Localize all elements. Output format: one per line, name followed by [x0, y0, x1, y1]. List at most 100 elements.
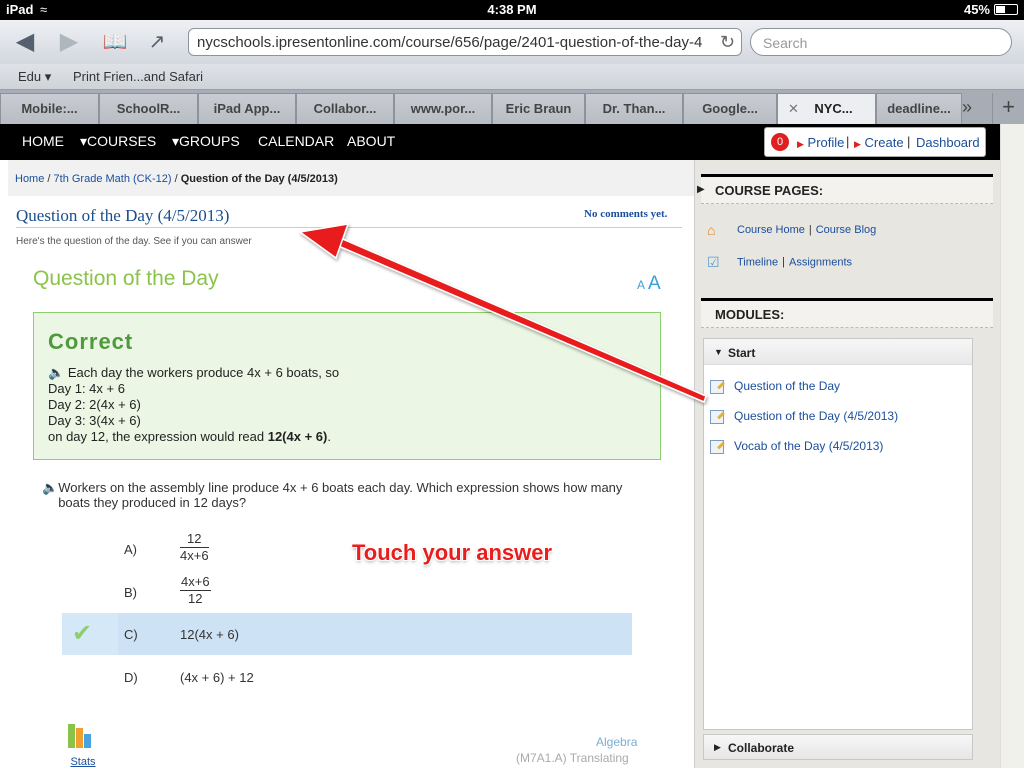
tab-eric-braun[interactable]: Eric Braun: [492, 93, 585, 124]
profile-link[interactable]: ▶ Profile: [797, 135, 844, 150]
explanation-line: Day 3: 3(4x + 6): [48, 413, 141, 428]
tab-dr-than[interactable]: Dr. Than...: [585, 93, 683, 124]
create-link[interactable]: ▶ Create: [854, 135, 904, 150]
divider: [16, 227, 682, 228]
tab-mobile[interactable]: Mobile:...: [0, 93, 99, 124]
site-navigation: HOME ▾COURSES ▾GROUPS CALENDAR ABOUT 0 ▶…: [0, 124, 1000, 160]
arrow-right-icon: ▶: [854, 139, 861, 149]
bookmark-print-friendly[interactable]: Print Frien...and Safari: [73, 69, 203, 84]
page-title: Question of the Day (4/5/2013): [16, 206, 230, 225]
text-size-small-button[interactable]: A: [637, 278, 645, 292]
answer-option-b[interactable]: B) 4x+6 12: [62, 571, 632, 613]
module-collaborate-header[interactable]: ▶ Collaborate: [703, 734, 973, 760]
page-edit-icon: [710, 379, 724, 394]
modules-panel: ▼ Start Question of the Day Question of …: [703, 338, 973, 730]
feedback-box: Correct 🔈 Each day the workers produce 4…: [33, 312, 661, 460]
stats-label: Stats: [70, 756, 96, 768]
battery-indicator: 45%: [964, 2, 1018, 17]
question-text: Workers on the assembly line produce 4x …: [58, 480, 623, 510]
tab-google[interactable]: Google...: [683, 93, 777, 124]
question-heading: Question of the Day: [33, 267, 219, 290]
stats-link[interactable]: Stats: [68, 722, 98, 768]
breadcrumb-home[interactable]: Home: [15, 173, 44, 185]
speaker-icon[interactable]: 🔈: [48, 365, 64, 380]
feedback-title: Correct: [48, 329, 134, 354]
nav-groups[interactable]: ▾GROUPS: [172, 133, 240, 150]
bar-chart-icon: [68, 722, 98, 748]
tab-www-por[interactable]: www.por...: [394, 93, 492, 124]
tab-collabor[interactable]: Collabor...: [296, 93, 394, 124]
forward-icon[interactable]: ▶: [54, 28, 84, 56]
search-input[interactable]: Search: [750, 28, 1012, 56]
clock: 4:38 PM: [487, 2, 537, 17]
tab-schoolr[interactable]: SchoolR...: [99, 93, 198, 124]
more-tabs-icon[interactable]: »: [962, 97, 972, 118]
category-label: Algebra: [596, 735, 638, 749]
bookmarks-icon[interactable]: 📖: [100, 28, 130, 56]
module-start-header[interactable]: ▼ Start: [704, 339, 972, 365]
module-item[interactable]: Question of the Day: [710, 379, 840, 394]
explanation-line: Day 2: 2(4x + 6): [48, 397, 141, 412]
dashboard-link[interactable]: Dashboard: [916, 135, 980, 150]
course-pages-header: ▶ COURSE PAGES:: [697, 174, 993, 204]
course-blog-link[interactable]: Course Blog: [816, 224, 877, 236]
nav-about[interactable]: ABOUT: [347, 133, 395, 149]
arrow-right-icon: ▶: [697, 184, 705, 195]
page-gutter: [1000, 124, 1024, 768]
nav-courses[interactable]: ▾COURSES: [80, 133, 156, 150]
separator: |: [846, 134, 850, 149]
annotation-text: Touch your answer: [352, 540, 553, 565]
page-edit-icon: [710, 439, 724, 454]
bookmarks-bar: Edu ▾ Print Frien...and Safari: [0, 64, 1024, 90]
notification-badge[interactable]: 0: [771, 133, 789, 151]
separator: |: [907, 134, 911, 149]
course-links-row: ⌂ Course Home | Course Blog: [707, 222, 877, 238]
new-tab-icon[interactable]: +: [992, 93, 1024, 124]
answer-option-d[interactable]: D) (4x + 6) + 12: [62, 656, 632, 698]
check-icon: ✔: [72, 620, 93, 647]
reload-icon[interactable]: ↻: [720, 32, 735, 53]
timeline-link[interactable]: Timeline: [737, 256, 778, 268]
home-icon: ⌂: [707, 222, 716, 238]
timeline-links-row: ☑ Timeline | Assignments: [707, 254, 853, 270]
modules-header: MODULES:: [701, 298, 993, 328]
tab-deadline[interactable]: deadline...: [876, 93, 962, 124]
breadcrumb-course[interactable]: 7th Grade Math (CK-12): [54, 173, 172, 185]
answer-letter: C): [124, 627, 138, 642]
checklist-icon: ☑: [707, 254, 720, 270]
text-size-large-button[interactable]: A: [648, 273, 661, 294]
fraction: 12 4x+6: [180, 531, 209, 563]
answer-value: 12(4x + 6): [180, 627, 239, 642]
comments-link[interactable]: No comments yet.: [584, 208, 667, 220]
answer-option-c[interactable]: ✔ C) 12(4x + 6): [62, 613, 632, 655]
tab-nyc-label: NYC...: [814, 101, 853, 116]
arrow-right-icon: ▶: [797, 139, 804, 149]
standard-label: (M7A1.A) Translating: [516, 751, 629, 765]
answer-value: (4x + 6) + 12: [180, 670, 254, 685]
module-item[interactable]: Question of the Day (4/5/2013): [710, 409, 898, 424]
answer-letter: A): [124, 542, 137, 557]
text-size-control: AA: [637, 273, 661, 295]
battery-icon: [994, 4, 1018, 15]
back-icon[interactable]: ◀: [10, 28, 40, 56]
tab-nyc[interactable]: ✕ NYC...: [777, 93, 876, 124]
close-tab-icon[interactable]: ✕: [788, 94, 799, 123]
explanation-line: Day 1: 4x + 6: [48, 381, 125, 396]
status-bar: iPad ≈ 4:38 PM 45%: [0, 0, 1024, 20]
nav-home[interactable]: HOME: [22, 133, 64, 149]
module-item[interactable]: Vocab of the Day (4/5/2013): [710, 439, 883, 454]
explanation-line: on day 12, the expression would read 12(…: [48, 429, 331, 444]
share-icon[interactable]: ↗: [142, 28, 172, 56]
bookmark-edu[interactable]: Edu ▾: [18, 69, 51, 85]
breadcrumb: Home / 7th Grade Math (CK-12) / Question…: [8, 160, 694, 196]
assignments-link[interactable]: Assignments: [789, 256, 852, 268]
speaker-icon[interactable]: 🔈: [42, 480, 58, 495]
address-bar[interactable]: nycschools.ipresentonline.com/course/656…: [188, 28, 742, 56]
browser-toolbar: ◀ ▶ 📖 ↗ nycschools.ipresentonline.com/co…: [0, 20, 1024, 64]
course-home-link[interactable]: Course Home: [737, 224, 805, 236]
answer-letter: D): [124, 670, 138, 685]
tab-ipad-app[interactable]: iPad App...: [198, 93, 296, 124]
nav-calendar[interactable]: CALENDAR: [258, 133, 334, 149]
page-edit-icon: [710, 409, 724, 424]
breadcrumb-current: Question of the Day (4/5/2013): [180, 173, 338, 185]
